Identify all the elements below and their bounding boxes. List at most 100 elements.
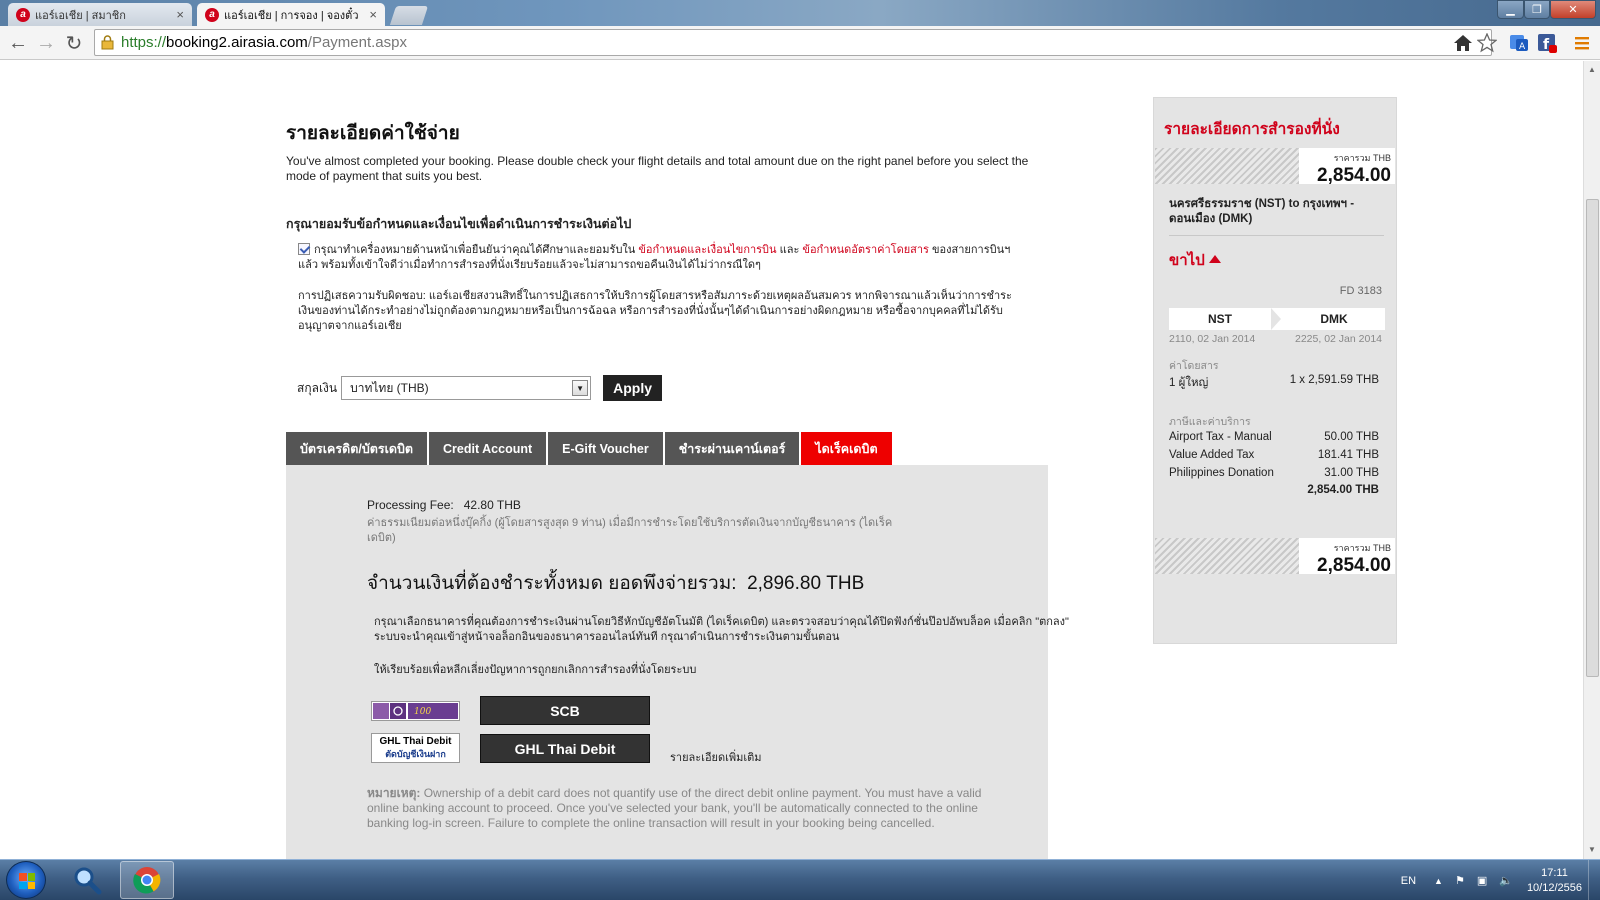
tax-name: Airport Tax - Manual (1169, 431, 1272, 443)
flight-number: FD 3183 (1339, 285, 1382, 297)
close-tab-icon[interactable]: × (369, 7, 377, 22)
total-amount-value: 2,896.80 THB (747, 573, 865, 594)
network-icon[interactable]: ▣ (1477, 874, 1487, 887)
processing-fee: Processing Fee: 42.80 THB (367, 498, 521, 512)
arrival-time: 2225, 02 Jan 2014 (1295, 333, 1382, 345)
ghl-thai-debit-button[interactable]: GHL Thai Debit (480, 734, 650, 763)
browser-tab-strip: a แอร์เอเชีย | สมาชิก × a แอร์เอเชีย | ก… (0, 0, 1600, 26)
facebook-extension-icon[interactable]: f (1536, 32, 1558, 54)
outbound-toggle[interactable]: ขาไป (1169, 248, 1221, 272)
ghl-logo-line2: ตัดบัญชีเงินฝาก (385, 749, 446, 759)
tax-row: Philippines Donation 31.00 THB (1169, 467, 1379, 479)
browser-toolbar: ← → ↻ https://booking2.airasia.com/Payme… (0, 26, 1600, 60)
translate-extension-icon[interactable]: A (1508, 32, 1530, 54)
tab-title: แอร์เอเชีย | สมาชิก (35, 9, 126, 22)
scroll-down-icon[interactable]: ▼ (1588, 845, 1596, 854)
clock-time: 17:11 (1541, 866, 1568, 879)
tab-credit-account[interactable]: Credit Account (429, 432, 547, 465)
close-tab-icon[interactable]: × (176, 7, 184, 22)
currency-selected-value: บาทไทย (THB) (350, 380, 429, 395)
forward-icon[interactable]: → (34, 31, 58, 55)
payment-method-tabs: บัตรเครดิต/บัตรเดบิต Credit Account E-Gi… (286, 432, 894, 471)
tax-value: 31.00 THB (1324, 467, 1379, 479)
tax-value: 50.00 THB (1324, 431, 1379, 443)
scroll-up-icon[interactable]: ▲ (1588, 65, 1596, 74)
total-label: ราคารวม THB (1333, 153, 1391, 163)
address-bar[interactable]: https://booking2.airasia.com/Payment.asp… (94, 29, 1492, 56)
browser-tab-members[interactable]: a แอร์เอเชีย | สมาชิก × (8, 3, 192, 26)
url-path: /Payment.aspx (307, 34, 407, 51)
tax-name: Philippines Donation (1169, 467, 1274, 479)
airasia-favicon-icon: a (205, 7, 219, 22)
tab-egift-voucher[interactable]: E-Gift Voucher (548, 432, 663, 465)
processing-fee-note: ค่าธรรมเนียมต่อหนึ่งบุ๊คกิ้ง (ผู้โดยสารส… (367, 517, 893, 544)
accept-terms-checkbox[interactable] (298, 243, 310, 255)
scb-logo: 100 (371, 701, 460, 721)
url-host: booking2.airasia.com (166, 34, 308, 51)
taskbar-search-app[interactable] (60, 861, 114, 899)
action-center-icon[interactable]: ⚑ (1455, 874, 1465, 887)
fare-rules-link[interactable]: ข้อกำหนดอัตราค่าโดยสาร (802, 244, 929, 256)
reload-icon[interactable]: ↻ (62, 31, 86, 55)
tab-counter-payment[interactable]: ชำระผ่านเคาน์เตอร์ (664, 432, 800, 465)
fare-passengers: 1 ผู้ใหญ่ (1169, 377, 1209, 389)
origin-code: NST (1208, 312, 1232, 326)
tray-expand-icon[interactable]: ▲ (1434, 876, 1443, 886)
ghl-thai-debit-logo: GHL Thai Debit ตัดบัญชีเงินฝาก (371, 733, 460, 763)
clock[interactable]: 17:11 10/12/2556 (1527, 866, 1582, 896)
route-bar: NST DMK (1169, 308, 1385, 330)
chrome-menu-icon[interactable] (1572, 32, 1594, 54)
url-scheme: https:// (121, 34, 167, 51)
restore-button[interactable]: ❐ (1524, 0, 1550, 19)
bank-instruction: กรุณาเลือกธนาคารที่คุณต้องการชำระเงินผ่า… (374, 616, 1069, 643)
scrollbar-thumb[interactable] (1586, 199, 1599, 677)
new-tab-button[interactable] (389, 6, 429, 25)
windows-logo-icon (19, 873, 35, 889)
minimize-button[interactable]: ▁ (1497, 0, 1524, 19)
close-window-button[interactable]: ✕ (1550, 0, 1596, 19)
chevron-down-icon[interactable]: ▼ (572, 380, 589, 396)
direct-debit-panel: Processing Fee: 42.80 THB ค่าธรรมเนียมต่… (286, 465, 1069, 859)
total-amount: จำนวนเงินที่ต้องชำระทั้งหมด ยอดพึงจ่ายรว… (367, 568, 864, 598)
terms-text-and: และ (776, 244, 803, 256)
magnifier-icon (74, 867, 102, 895)
summary-total-bottom: ราคารวม THB 2,854.00 (1155, 538, 1395, 576)
start-button[interactable] (6, 861, 46, 899)
total-value: 2,854.00 (1317, 165, 1391, 186)
fare-value: 1 x 2,591.59 THB (1289, 374, 1379, 386)
tab-direct-debit[interactable]: ไดเร็คเดบิต (801, 432, 892, 471)
show-desktop-button[interactable] (1588, 860, 1600, 900)
terms-text-before: กรุณาทำเครื่องหมายด้านหน้าเพื่อยืนยันว่า… (314, 244, 639, 256)
processing-fee-label: Processing Fee: (367, 498, 454, 512)
browser-tab-booking[interactable]: a แอร์เอเชีย | การจอง | จองตั๋ว × (197, 3, 385, 26)
windows-taskbar: EN ▲ ⚑ ▣ 🔈 17:11 10/12/2556 (0, 859, 1600, 900)
page-viewport: รายละเอียดค่าใช้จ่าย You've almost compl… (0, 61, 1583, 859)
booking-summary-panel: รายละเอียดการสำรองที่นั่ง ราคารวม THB 2,… (1153, 97, 1397, 644)
bookmark-star-icon[interactable] (1476, 32, 1498, 54)
more-details-link[interactable]: รายละเอียดเพิ่มเติม (670, 748, 762, 766)
outbound-label: ขาไป (1169, 252, 1205, 269)
tax-row: Airport Tax - Manual 50.00 THB (1169, 431, 1379, 443)
taskbar-chrome-app[interactable] (120, 861, 174, 899)
tax-heading: ภาษีและค่าบริการ (1169, 416, 1251, 428)
tab-credit-card[interactable]: บัตรเครดิต/บัตรเดบิต (286, 432, 428, 465)
route-name: นครศรีธรรมราช (NST) to กรุงเทพฯ - ดอนเมื… (1169, 198, 1355, 225)
system-tray: EN ▲ ⚑ ▣ 🔈 17:11 10/12/2556 (1401, 860, 1582, 900)
scb-bank-button[interactable]: SCB (480, 696, 650, 725)
processing-fee-value: 42.80 THB (463, 498, 521, 512)
subtotal-value: 2,854.00 THB (1307, 484, 1379, 496)
page-scrollbar[interactable]: ▲ ▼ (1583, 61, 1600, 859)
flight-terms-link[interactable]: ข้อกำหนดและเงื่อนไขการบิน (638, 244, 776, 256)
back-icon[interactable]: ← (6, 31, 30, 55)
apply-button[interactable]: Apply (603, 375, 662, 401)
tab-title: แอร์เอเชีย | การจอง | จองตั๋ว (224, 9, 359, 22)
home-icon[interactable] (1452, 32, 1474, 54)
divider (1169, 235, 1384, 236)
terms-heading: กรุณายอมรับข้อกำหนดและเงื่อนไขเพื่อดำเนิ… (286, 217, 632, 231)
language-indicator[interactable]: EN (1401, 875, 1416, 887)
intro-text: You've almost completed your booking. Pl… (286, 154, 1029, 183)
currency-select[interactable]: บาทไทย (THB) ▼ (341, 376, 592, 400)
tax-value: 181.41 THB (1317, 449, 1379, 461)
volume-icon[interactable]: 🔈 (1499, 874, 1513, 887)
currency-label: สกุลเงิน (297, 380, 338, 395)
